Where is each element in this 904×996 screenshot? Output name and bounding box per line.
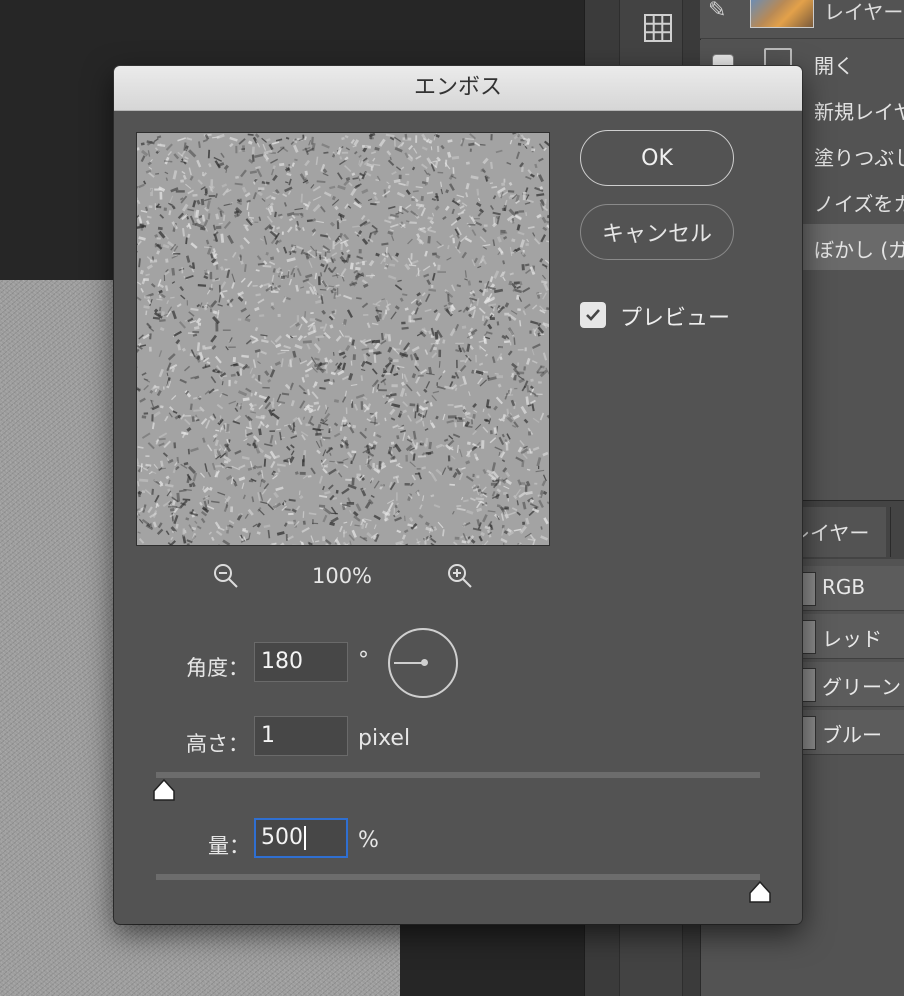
snapshot-label: レイヤー (824, 0, 904, 24)
grid-icon[interactable] (620, 0, 696, 56)
channel-thumbnail (800, 668, 816, 702)
channel-label: ブルー (822, 723, 882, 747)
filter-preview[interactable] (136, 132, 550, 546)
angle-label: 角度： (186, 656, 249, 680)
preview-checkbox[interactable] (580, 302, 606, 328)
channel-thumbnail (800, 572, 816, 606)
height-input[interactable]: 1 (254, 716, 348, 756)
snapshot-thumbnail (750, 0, 814, 28)
amount-value: 500 (261, 825, 303, 850)
tab-next[interactable] (890, 507, 904, 557)
channel-thumbnail (800, 716, 816, 750)
emboss-dialog: エンボス 100% OK キャンセル プレビュー 角度： 180 ° 高さ： 1… (114, 66, 802, 924)
channel-label: グリーン (822, 675, 901, 699)
channel-label: レッド (822, 627, 882, 651)
history-item-label: ぼかし (ガ (814, 238, 904, 262)
zoom-out-icon[interactable] (212, 562, 240, 590)
channel-row-green[interactable]: グリーン (800, 662, 904, 707)
history-item-label: 新規レイヤ (814, 100, 904, 124)
amount-label: 量： (208, 834, 250, 858)
channel-row-red[interactable]: レッド (800, 614, 904, 659)
cancel-button[interactable]: キャンセル (580, 204, 734, 260)
angle-unit: ° (358, 648, 369, 673)
history-brush-icon: ✎ (708, 0, 727, 23)
tab-layers[interactable]: レイヤー (790, 507, 886, 557)
channel-row-rgb[interactable]: RGB (800, 566, 904, 611)
height-slider-thumb[interactable] (152, 778, 176, 802)
zoom-in-icon[interactable] (446, 562, 474, 590)
dialog-titlebar[interactable]: エンボス (114, 66, 802, 111)
height-slider-track[interactable] (156, 772, 760, 778)
checkmark-icon (586, 309, 600, 321)
cancel-button-label: キャンセル (601, 222, 712, 247)
channel-label: RGB (822, 575, 866, 599)
ok-button-label: OK (641, 145, 673, 171)
height-value: 1 (261, 723, 275, 748)
history-item-label: ノイズをカ (814, 192, 904, 216)
height-unit: pixel (358, 726, 411, 751)
preview-label: プレビュー (620, 306, 731, 331)
amount-slider-track[interactable] (156, 874, 760, 880)
channel-thumbnail (800, 620, 816, 654)
history-snapshot[interactable]: ✎ レイヤー (700, 0, 904, 39)
angle-dial[interactable] (388, 628, 458, 698)
amount-slider-thumb[interactable] (748, 880, 772, 904)
amount-input[interactable]: 500 (254, 818, 348, 858)
ok-button[interactable]: OK (580, 130, 734, 186)
zoom-level: 100% (311, 564, 373, 588)
channel-row-blue[interactable]: ブルー (800, 710, 904, 755)
height-label: 高さ： (186, 732, 249, 756)
amount-unit: % (358, 828, 379, 853)
angle-value: 180 (261, 649, 303, 674)
history-item-label: 塗りつぶし (814, 146, 904, 170)
history-item-label: 開く (814, 54, 854, 78)
dialog-title: エンボス (413, 75, 502, 100)
angle-input[interactable]: 180 (254, 642, 348, 682)
